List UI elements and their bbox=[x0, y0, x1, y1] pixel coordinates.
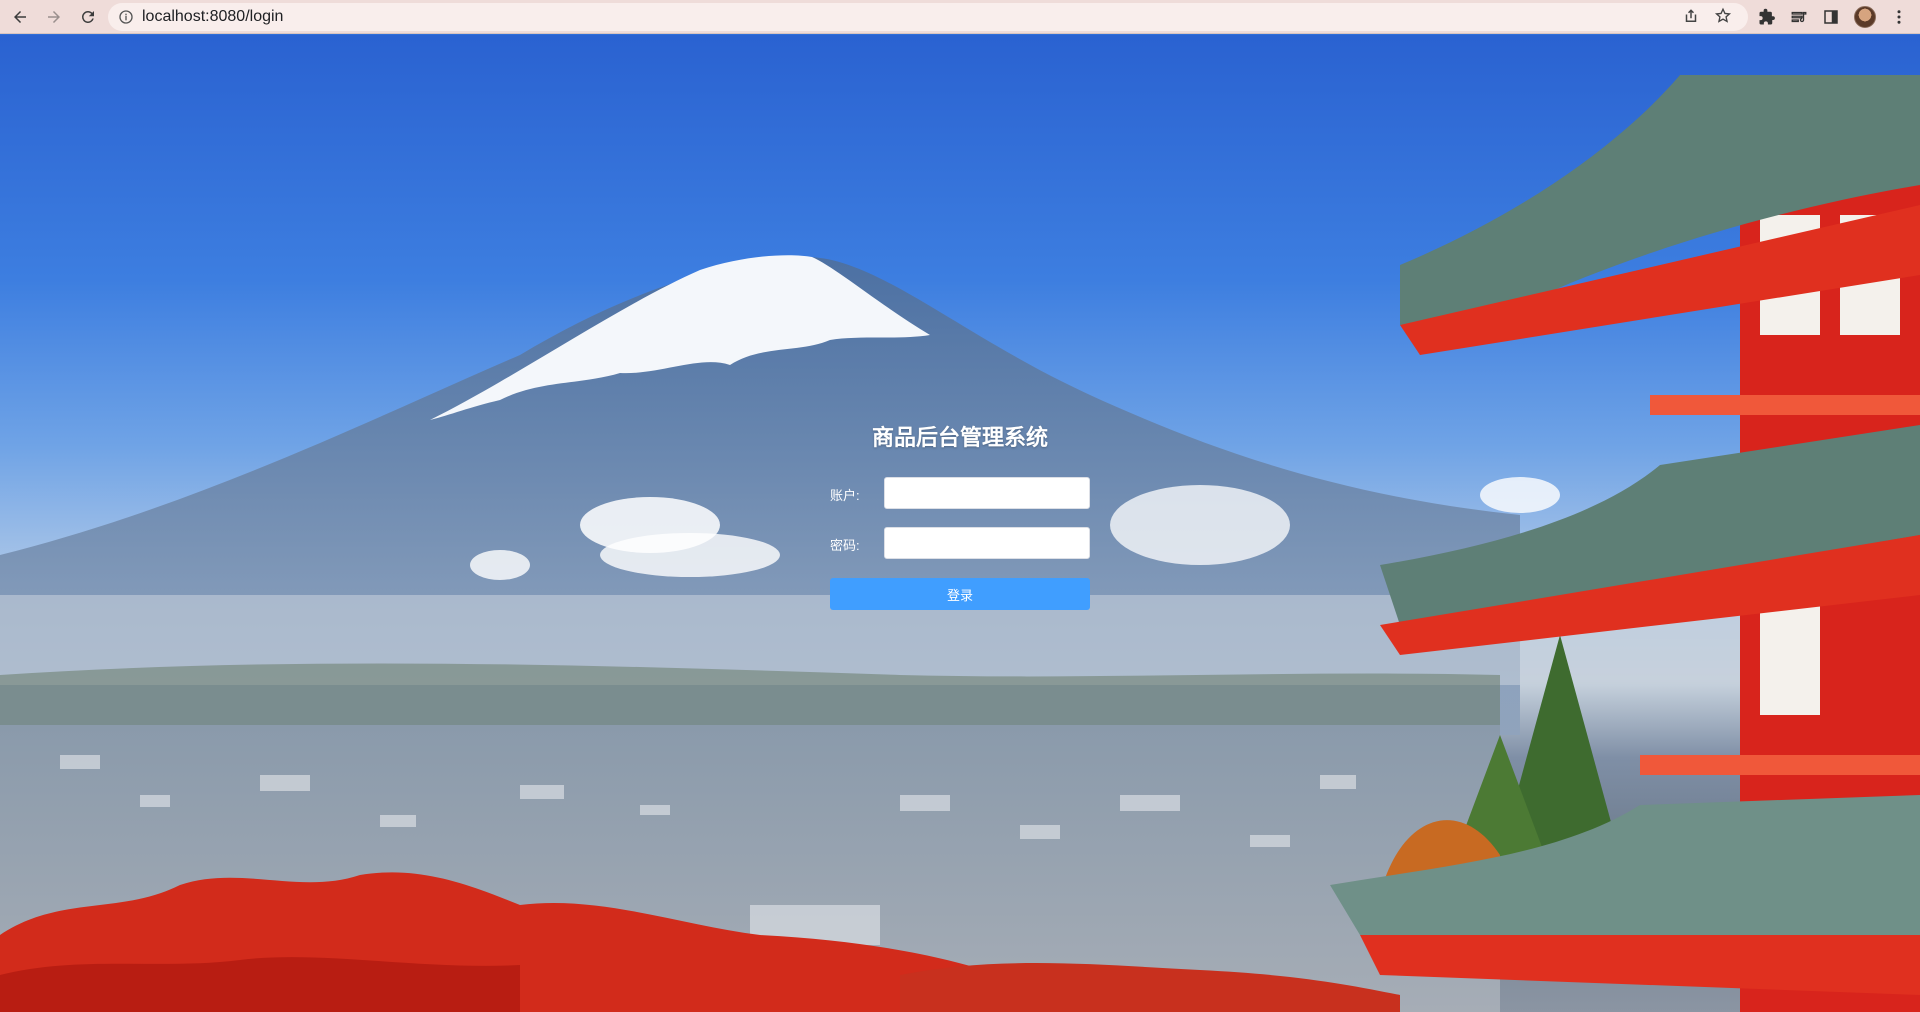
forward-button[interactable] bbox=[40, 3, 68, 31]
browser-toolbar: localhost:8080/login bbox=[0, 0, 1920, 34]
back-button[interactable] bbox=[6, 3, 34, 31]
profile-avatar[interactable] bbox=[1854, 6, 1876, 28]
share-icon[interactable] bbox=[1682, 7, 1700, 25]
password-label: 密码: bbox=[830, 538, 860, 553]
reload-icon bbox=[81, 10, 94, 23]
account-input[interactable] bbox=[884, 477, 1090, 509]
forward-icon bbox=[48, 10, 60, 23]
toolbar-actions bbox=[1758, 0, 1920, 34]
background-scenery-image bbox=[0, 35, 1920, 1012]
reload-button[interactable] bbox=[74, 3, 102, 31]
page-title: 商品后台管理系统 bbox=[871, 425, 1048, 450]
menu-icon[interactable] bbox=[1890, 8, 1908, 26]
account-row: 账户: bbox=[830, 477, 1090, 509]
back-icon bbox=[14, 10, 26, 23]
password-input[interactable] bbox=[884, 527, 1090, 559]
url-text: localhost:8080/login bbox=[142, 8, 284, 25]
star-icon[interactable] bbox=[1714, 7, 1732, 25]
address-bar[interactable]: localhost:8080/login bbox=[108, 3, 1748, 31]
side-panel-icon[interactable] bbox=[1822, 8, 1840, 26]
extensions-icon[interactable] bbox=[1758, 8, 1776, 26]
landscape-illustration bbox=[0, 75, 1920, 1012]
site-info-icon[interactable] bbox=[118, 9, 134, 25]
password-row: 密码: bbox=[830, 527, 1090, 559]
login-button[interactable]: 登录 bbox=[830, 578, 1090, 610]
reading-list-icon[interactable] bbox=[1790, 8, 1808, 26]
account-label: 账户: bbox=[830, 488, 860, 503]
